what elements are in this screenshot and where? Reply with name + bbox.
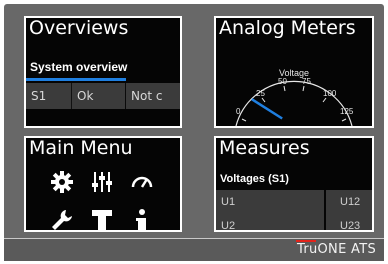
- status-cell: Ok: [72, 83, 126, 109]
- overview-row: S1 Ok Not c: [26, 83, 180, 109]
- measures-tile[interactable]: Measures Voltages (S1) U1 U12 U2 U23: [214, 136, 374, 232]
- measures-title: Measures: [219, 137, 310, 159]
- gauge-tick-5: [341, 118, 347, 122]
- gauge-tick-2: [283, 85, 286, 92]
- overviews-tile[interactable]: Overviews System overview S1 Ok Not c: [24, 16, 182, 128]
- gauge-tick-0: [241, 118, 247, 122]
- brand-label: TruONE ATS: [296, 240, 376, 257]
- overviews-title: Overviews: [29, 17, 129, 39]
- sliders-icon[interactable]: [90, 170, 114, 194]
- source-cell: S1: [26, 83, 72, 109]
- brand-text: TruONE ATS: [297, 242, 376, 257]
- measure-u12: U12: [340, 196, 361, 208]
- gauge-tick-label-1: 25: [256, 89, 265, 98]
- system-overview-header: System overview: [30, 60, 128, 74]
- gauge-tick-1: [261, 97, 266, 103]
- selection-underline: [26, 78, 126, 81]
- gauge-tick-4: [322, 97, 327, 103]
- gear-icon[interactable]: [50, 170, 74, 194]
- measure-u2: U2: [221, 220, 236, 232]
- gauge-tick-label-5: 125: [340, 107, 354, 116]
- analog-meters-tile[interactable]: Analog Meters Voltage 0 25 50 75 100 125: [214, 16, 374, 128]
- info-icon[interactable]: [130, 208, 154, 232]
- gauge-tick-label-4: 100: [323, 89, 337, 98]
- main-menu-tile[interactable]: Main Menu: [24, 136, 182, 232]
- gauge-tick-label-2: 50: [278, 77, 287, 86]
- wrench-icon[interactable]: [50, 208, 74, 232]
- t-icon[interactable]: [90, 208, 114, 232]
- gauge-icon[interactable]: [130, 170, 154, 194]
- measure-u1: U1: [221, 196, 236, 208]
- voltage-gauge: Voltage 0 25 50 75 100 125: [235, 68, 354, 126]
- gauge-tick-label-3: 75: [302, 77, 311, 86]
- main-menu-title: Main Menu: [29, 137, 133, 159]
- bottom-bar: TruONE ATS: [4, 238, 384, 261]
- brand-red-bar: [296, 240, 316, 242]
- gauge-needle: [251, 98, 283, 120]
- gauge-tick-3: [302, 85, 305, 92]
- status2-cell: Not c: [131, 89, 163, 103]
- measure-u23: U23: [340, 220, 361, 232]
- gauge-tick-label-0: 0: [236, 107, 241, 116]
- voltages-header: Voltages (S1): [220, 173, 289, 185]
